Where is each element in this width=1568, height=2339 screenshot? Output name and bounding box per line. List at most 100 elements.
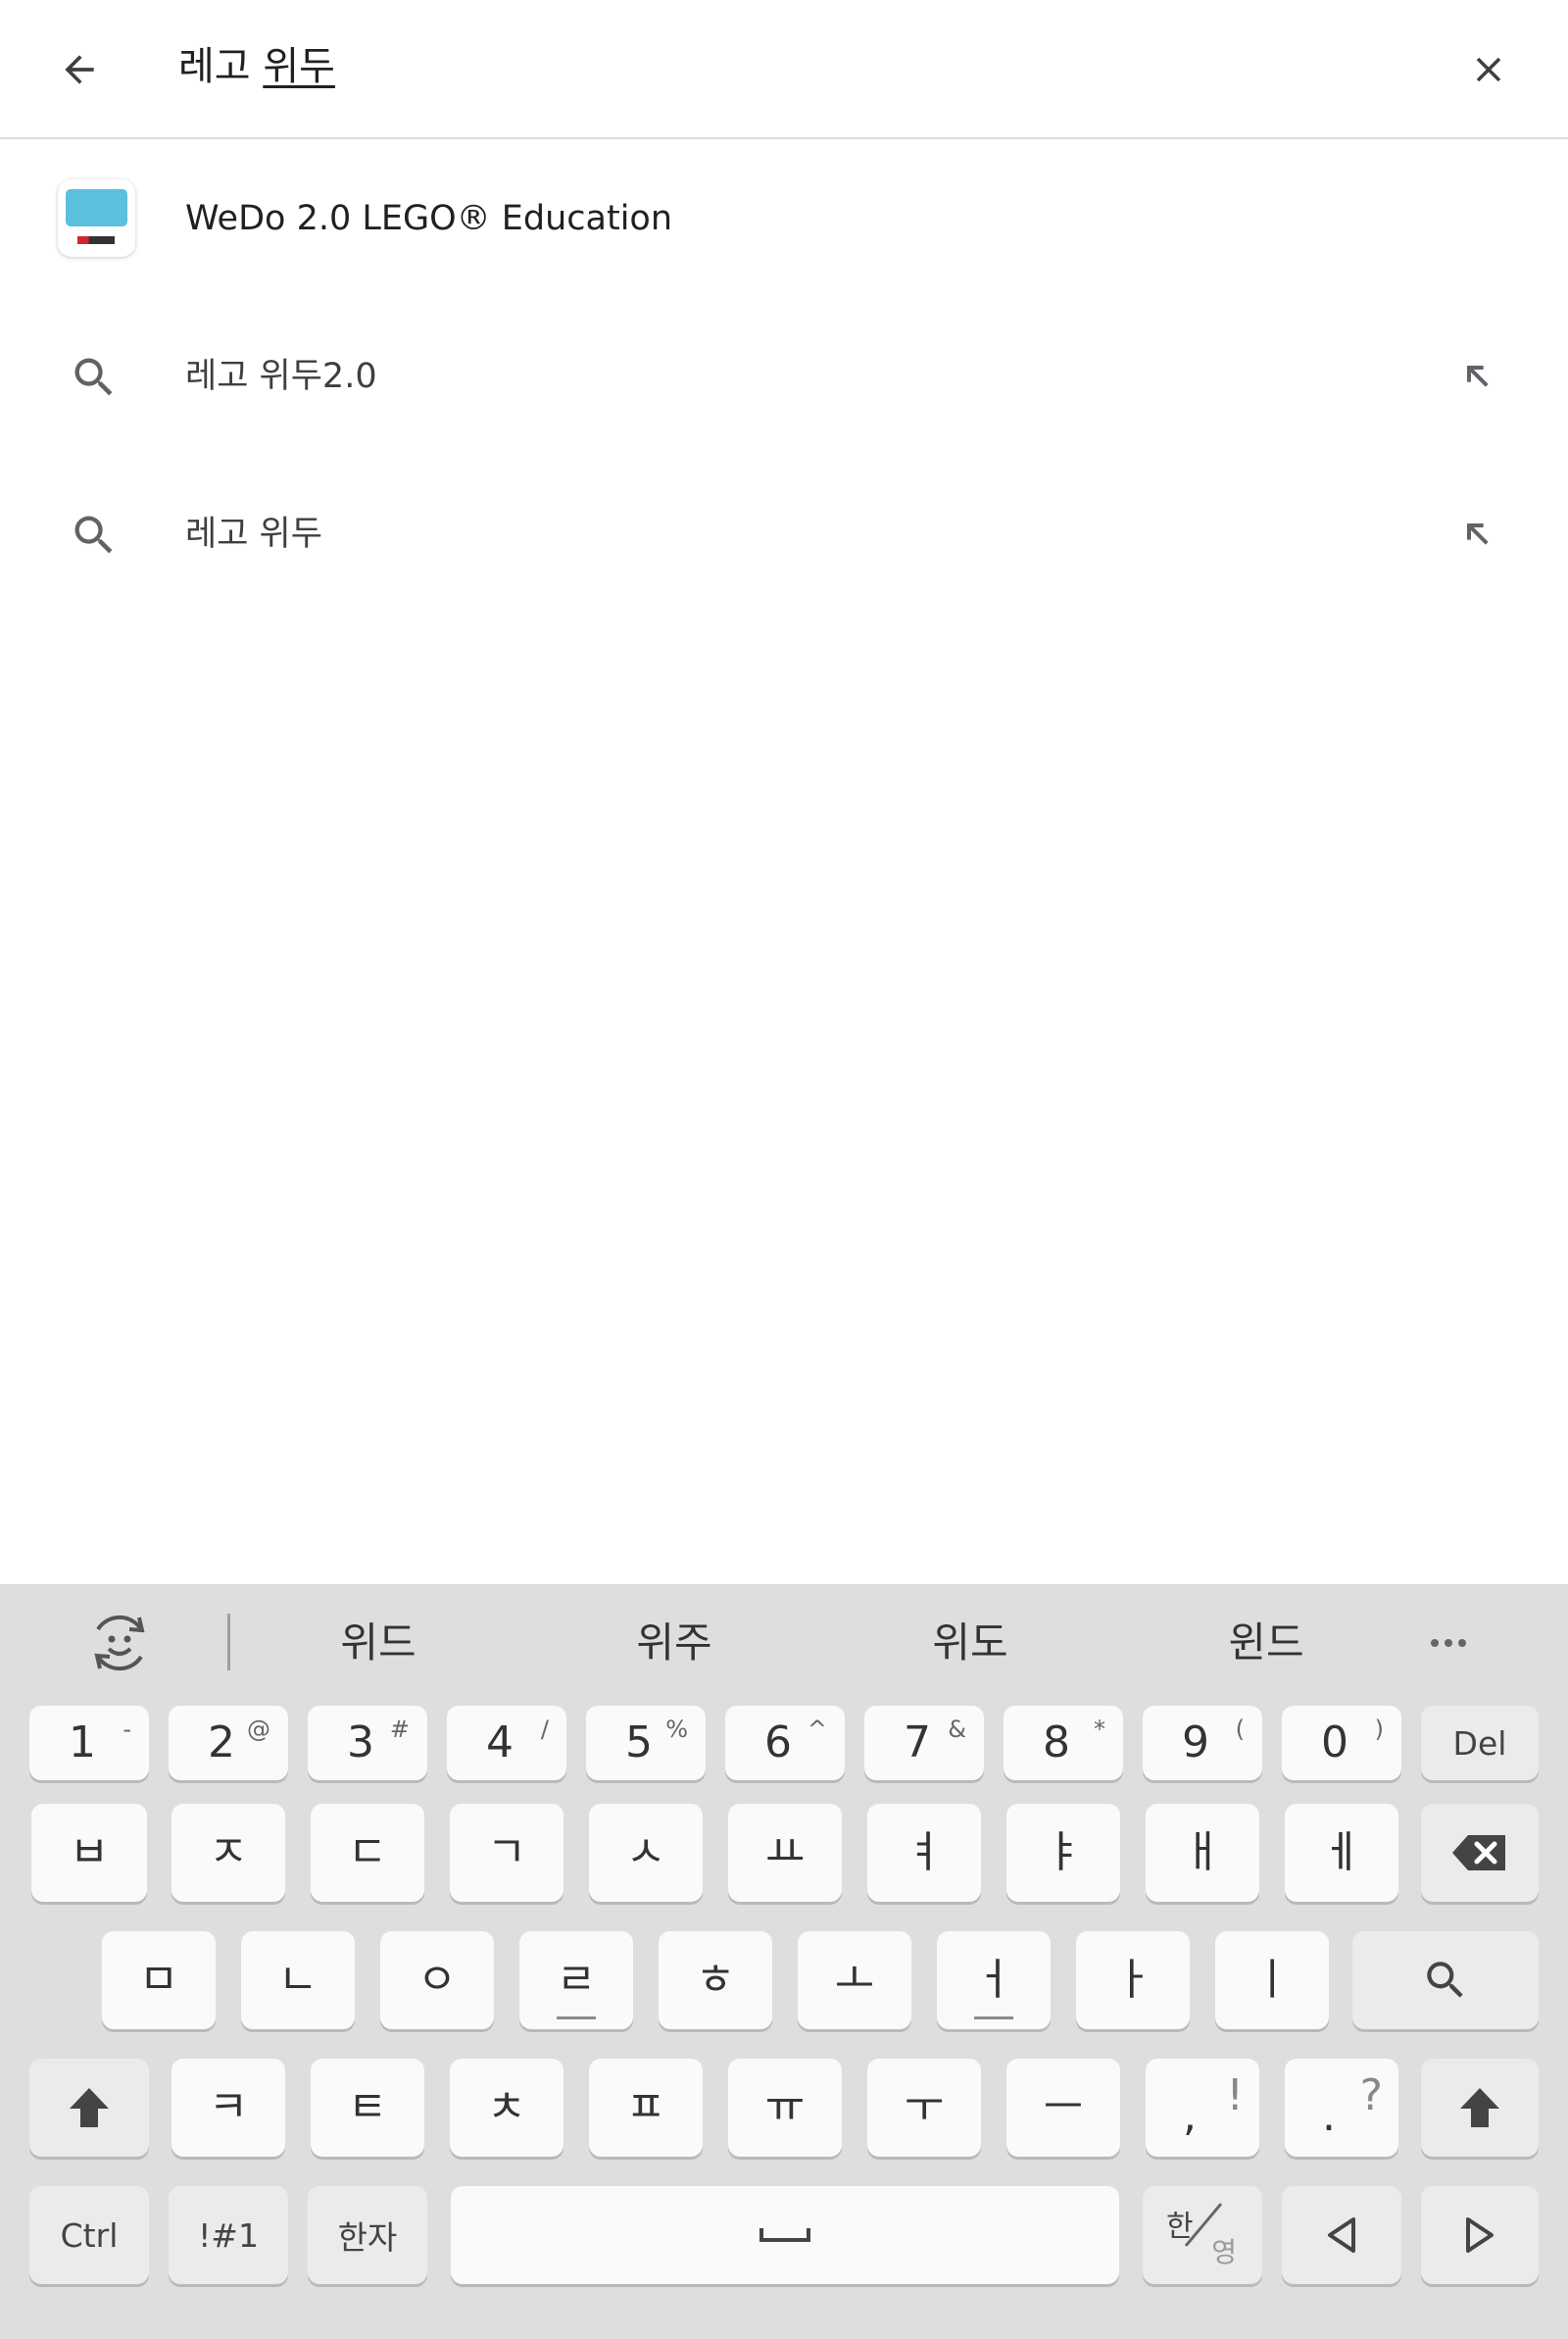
key-hint-label: ) (1374, 1716, 1384, 1743)
key-label: , (1183, 2091, 1197, 2141)
key-e[interactable]: ㅔ (1285, 1804, 1398, 1902)
home-key-marker (557, 2016, 596, 2019)
candidate-word[interactable]: 위도 (932, 1614, 1007, 1672)
key-main-label: 2 (208, 1717, 235, 1767)
key-kieuk[interactable]: ㅋ (172, 2059, 285, 2157)
more-candidates-button[interactable] (1429, 1635, 1468, 1649)
key-i[interactable]: ㅣ (1215, 1931, 1329, 2029)
key-label: ㅐ (1182, 1827, 1223, 1877)
key-period[interactable]: .? (1285, 2059, 1398, 2157)
key-ae[interactable]: ㅐ (1146, 1804, 1259, 1902)
key-bieup[interactable]: ㅂ (31, 1804, 147, 1902)
key-chieut[interactable]: ㅊ (450, 2059, 564, 2157)
key-hieut[interactable]: ㅎ (659, 1931, 772, 2029)
key-pieup[interactable]: ㅍ (589, 2059, 703, 2157)
candidate-word[interactable]: 위드 (340, 1614, 416, 1672)
key-giyeok[interactable]: ㄱ (450, 1804, 564, 1902)
shift-key-right[interactable] (1421, 2059, 1539, 2157)
korean-keyboard: 위드 위주 위도 윈드 1- 2 @ 3 # 4/ 5% 6 ^ 7 & 8 * 9( 0… (0, 1584, 1568, 2339)
triangle-left-icon (1328, 2217, 1355, 2253)
key-8[interactable]: 8 * (1004, 1706, 1123, 1780)
key-rieul[interactable]: ㄹ (519, 1931, 633, 2029)
language-toggle-key[interactable]: 한 영 (1143, 2186, 1262, 2284)
fill-query-button[interactable] (1446, 345, 1507, 406)
key-yo[interactable]: ㅛ (728, 1804, 842, 1902)
more-horiz-icon (1431, 1639, 1466, 1647)
emoji-refresh-icon (94, 1615, 145, 1671)
key-main-label: 3 (347, 1717, 374, 1767)
key-4[interactable]: 4/ (447, 1706, 566, 1780)
key-hint-label: / (540, 1716, 549, 1743)
del-key[interactable]: Del (1421, 1706, 1539, 1780)
key-9[interactable]: 9( (1143, 1706, 1262, 1780)
key-6[interactable]: 6 ^ (725, 1706, 845, 1780)
key-label: ㄴ (277, 1955, 318, 2005)
key-7[interactable]: 7 & (864, 1706, 984, 1780)
emoji-toggle-button[interactable] (84, 1608, 155, 1678)
key-label: ㅅ (625, 1827, 666, 1877)
key-2[interactable]: 2 @ (169, 1706, 288, 1780)
search-key[interactable] (1352, 1931, 1539, 2029)
key-label: ㅍ (625, 2082, 666, 2132)
key-u[interactable]: ㅜ (867, 2059, 981, 2157)
symbols-key[interactable]: !#1 (169, 2186, 288, 2284)
query-suggestion[interactable]: 레고 위두2.0 (0, 298, 1568, 456)
key-digeut[interactable]: ㄷ (311, 1804, 424, 1902)
key-label: ㄹ (556, 1955, 597, 2005)
key-3[interactable]: 3 # (308, 1706, 427, 1780)
key-label: ㅑ (1043, 1827, 1084, 1877)
key-a[interactable]: ㅏ (1076, 1931, 1190, 2029)
key-5[interactable]: 5% (586, 1706, 706, 1780)
backspace-key[interactable] (1421, 1804, 1539, 1902)
search-icon (74, 358, 113, 396)
key-label: ㅛ (764, 1827, 806, 1877)
shift-key-left[interactable] (29, 2059, 149, 2157)
key-label: ㅇ (416, 1955, 458, 2005)
key-eu[interactable]: ㅡ (1006, 2059, 1120, 2157)
key-hint-label: @ (247, 1716, 270, 1743)
key-label: ㅠ (764, 2082, 806, 2132)
key-yu[interactable]: ㅠ (728, 2059, 842, 2157)
clear-search-button[interactable] (1458, 39, 1519, 100)
hanja-key[interactable]: 한자 (308, 2186, 427, 2284)
fill-query-button[interactable] (1446, 503, 1507, 564)
hanja-key-label: 한자 (337, 2218, 398, 2257)
search-input[interactable]: 레고 위두 (178, 37, 335, 96)
key-main-label: 6 (764, 1717, 792, 1767)
space-bar-icon (760, 2228, 810, 2242)
query-suggestion[interactable]: 레고 위두 (0, 456, 1568, 614)
search-icon (1427, 1962, 1463, 1998)
back-button[interactable] (49, 39, 110, 100)
key-main-label: 4 (486, 1717, 514, 1767)
key-tieut[interactable]: ㅌ (311, 2059, 424, 2157)
lang-yeong-label: 영 (1211, 2236, 1237, 2268)
key-jieut[interactable]: ㅈ (172, 1804, 285, 1902)
key-yeo[interactable]: ㅕ (867, 1804, 981, 1902)
candidate-word[interactable]: 위주 (636, 1614, 711, 1672)
key-o[interactable]: ㅗ (798, 1931, 911, 2029)
key-comma[interactable]: ,! (1146, 2059, 1259, 2157)
cursor-left-key[interactable] (1282, 2186, 1401, 2284)
candidate-word[interactable]: 윈드 (1228, 1614, 1303, 1672)
key-ya[interactable]: ㅑ (1006, 1804, 1120, 1902)
key-0[interactable]: 0) (1282, 1706, 1401, 1780)
key-siot[interactable]: ㅅ (589, 1804, 703, 1902)
symbols-key-label: !#1 (198, 2215, 259, 2255)
key-main-label: 5 (625, 1717, 653, 1767)
suggestion-list: WeDo 2.0 LEGO® Education 레고 위두2.0 레고 위두 (0, 140, 1568, 614)
key-label: ㅏ (1112, 1955, 1153, 2005)
close-icon (1476, 57, 1501, 82)
ctrl-key[interactable]: Ctrl (29, 2186, 149, 2284)
key-1[interactable]: 1- (29, 1706, 149, 1780)
key-alt-label: ? (1359, 2070, 1383, 2120)
key-nieun[interactable]: ㄴ (241, 1931, 355, 2029)
app-suggestion[interactable]: WeDo 2.0 LEGO® Education (0, 140, 1568, 298)
cursor-right-key[interactable] (1421, 2186, 1539, 2284)
space-key[interactable] (451, 2186, 1119, 2284)
key-label: ㅡ (1043, 2082, 1084, 2132)
key-eo[interactable]: ㅓ (937, 1931, 1051, 2029)
key-main-label: 7 (904, 1717, 931, 1767)
arrow-up-left-icon (1467, 366, 1489, 387)
key-mieum[interactable]: ㅁ (102, 1931, 216, 2029)
key-ieung[interactable]: ㅇ (380, 1931, 494, 2029)
